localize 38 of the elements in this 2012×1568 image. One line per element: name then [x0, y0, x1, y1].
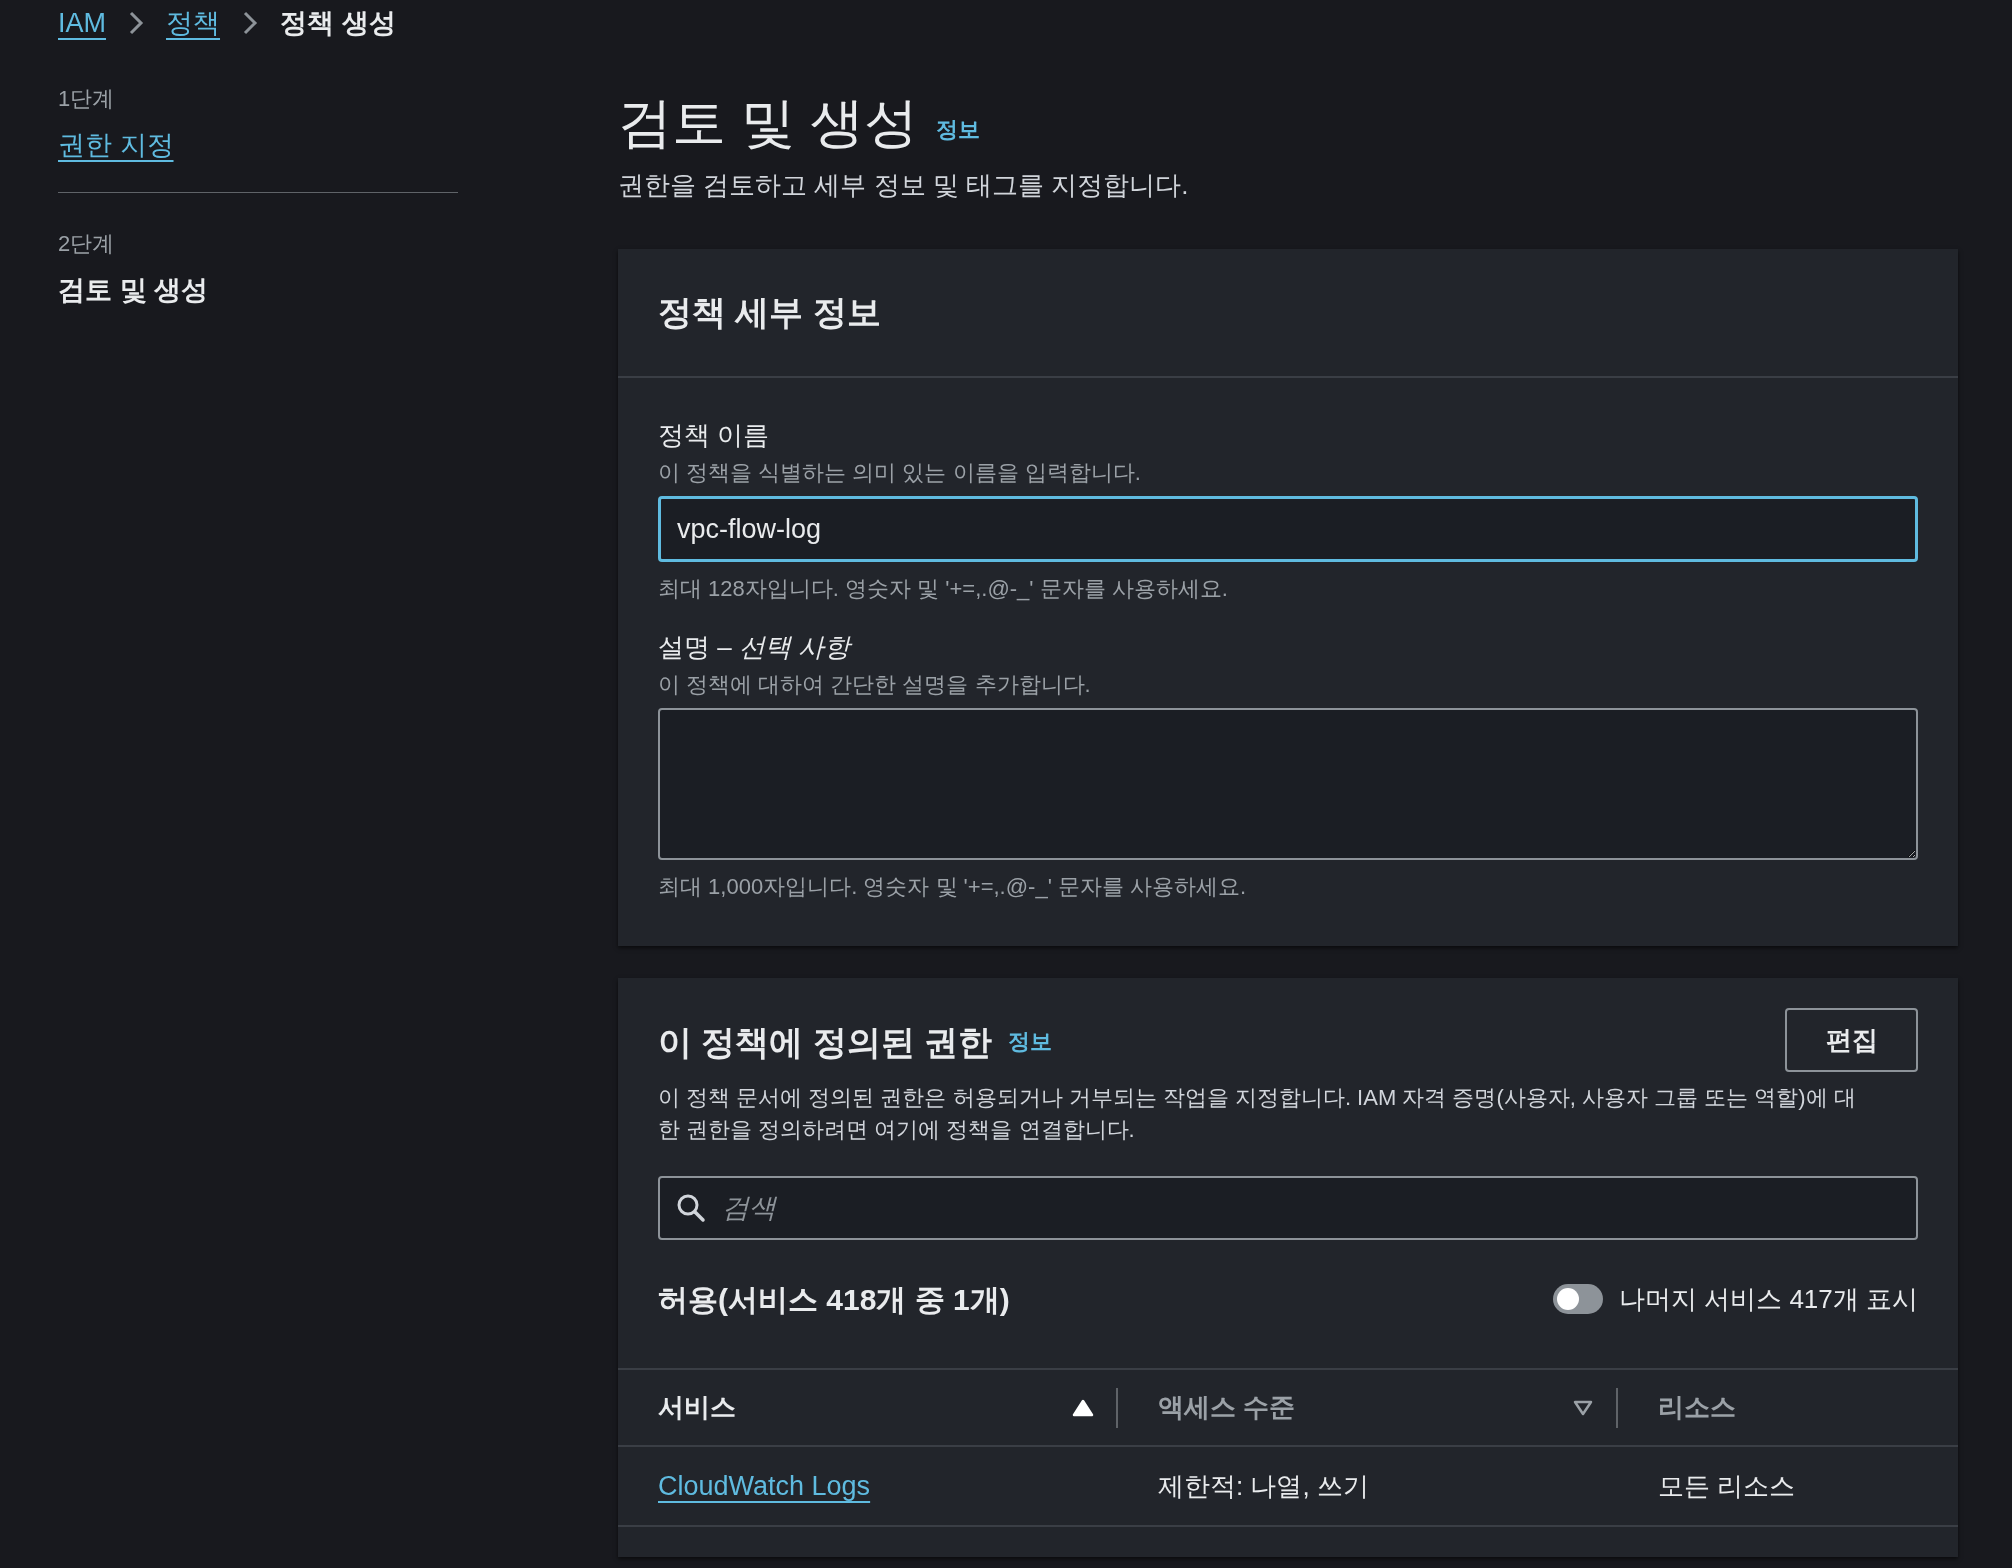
text-area[interactable]: [658, 708, 1918, 860]
page-subtitle: 권한을 검토하고 세부 정보 및 태그를 지정합니다.: [618, 169, 1190, 202]
toggle-switch[interactable]: [1552, 1284, 1603, 1314]
info-link[interactable]: 정보: [936, 113, 980, 146]
chevron-right-icon: [128, 10, 144, 36]
step-title: 검토 및 생성: [58, 274, 209, 307]
section-heading: 허용(서비스 418개 중 1개): [658, 1281, 1010, 1318]
table-cell: 모든 리소스: [1658, 1470, 1796, 1501]
step-number: 1단계: [58, 85, 116, 113]
card-description: 이 정책 문서에 정의된 권한은 허용되거나 거부되는 작업을 지정합니다. IAM 자격 증명(사용자, 사용자 그룹 또는 역할)에 대한 권한을 정의하려면 여기에 정책을 연결합니다.: [658, 1084, 1857, 1144]
field-label: 정책 이름: [658, 419, 771, 452]
column-header[interactable]: 액세스 수준: [1158, 1388, 1296, 1427]
chevron-right-icon: [242, 10, 258, 36]
page-title: 검토 및 생성: [618, 91, 918, 154]
card-title: 이 정책에 정의된 권한: [658, 1022, 993, 1063]
breadcrumb-link[interactable]: 정책: [166, 2, 220, 44]
column-header[interactable]: 리소스: [1658, 1388, 1736, 1427]
search-field[interactable]: 검색: [658, 1176, 1918, 1240]
column-header[interactable]: 서비스: [658, 1388, 736, 1427]
breadcrumb-link[interactable]: IAM: [58, 2, 106, 44]
card-title: 정책 세부 정보: [658, 292, 881, 333]
step-link[interactable]: 권한 지정: [58, 128, 174, 162]
field-hint: 이 정책을 식별하는 의미 있는 이름을 입력합니다.: [658, 459, 1142, 487]
field-constraint: 최대 128자입니다. 영숫자 및 '+=,.@-_' 문자를 사용하세요.: [658, 575, 1229, 603]
edit-button[interactable]: 편집: [1785, 1008, 1918, 1072]
toggle-label: 나머지 서비스 417개 표시: [1618, 1282, 1918, 1316]
field-label: 설명 – 선택 사항: [658, 631, 854, 664]
input-field[interactable]: vpc-flow-log: [658, 496, 1918, 562]
info-link[interactable]: 정보: [1008, 1025, 1053, 1058]
breadcrumb-current: 정책 생성: [280, 6, 396, 40]
triangle-up-icon[interactable]: [1072, 1398, 1094, 1417]
field-hint: 이 정책에 대하여 간단한 설명을 추가합니다.: [658, 671, 1092, 699]
field-constraint: 최대 1,000자입니다. 영숫자 및 '+=,.@-_' 문자를 사용하세요.: [658, 873, 1248, 901]
search-icon: [676, 1193, 706, 1223]
service-link[interactable]: CloudWatch Logs: [658, 1470, 871, 1501]
table-cell: 제한적: 나열, 쓰기: [1158, 1470, 1369, 1501]
step-number: 2단계: [58, 230, 116, 258]
triangle-down-icon[interactable]: [1572, 1398, 1594, 1417]
